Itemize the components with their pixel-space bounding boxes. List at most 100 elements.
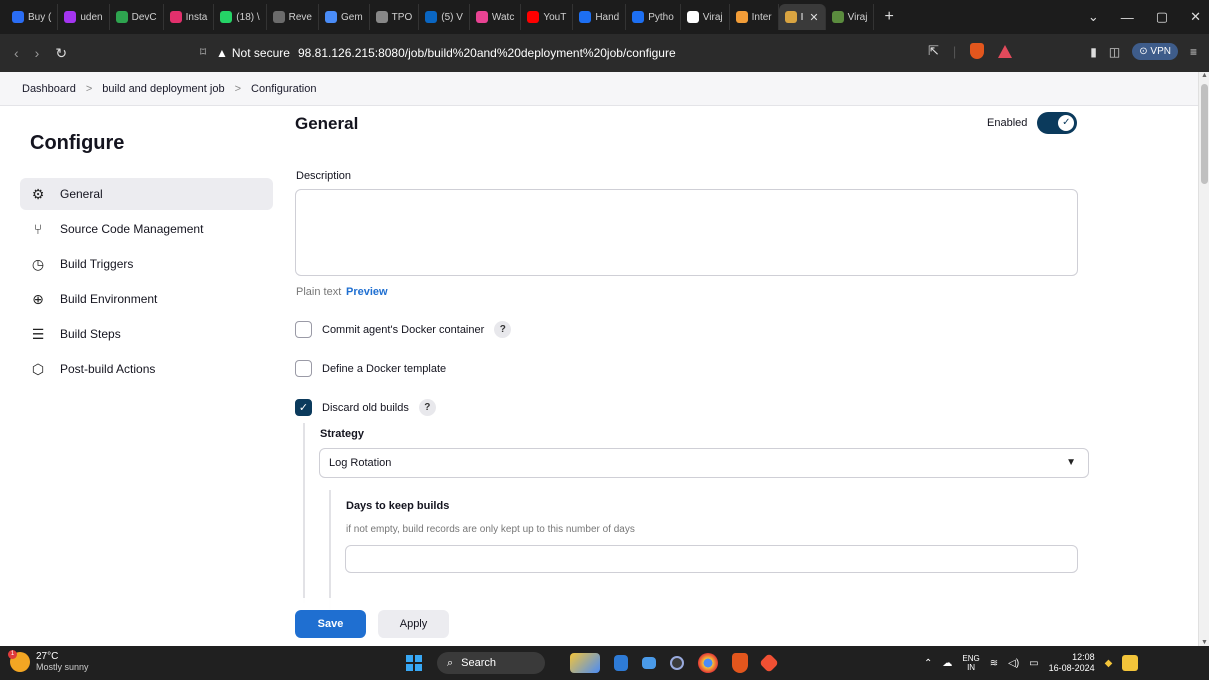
browser-tab[interactable]: Buy (	[6, 4, 59, 30]
battery-icon[interactable]: ▭	[1029, 658, 1038, 669]
browser-tab[interactable]: I ✕	[778, 4, 826, 30]
description-textarea[interactable]	[295, 189, 1078, 276]
tab-list: Buy (uden DevC Insta (18) \ Reve Gem TPO (5) V W…	[0, 4, 875, 30]
nav-buttons: ‹ › ↻	[0, 45, 67, 62]
language-indicator[interactable]: ENG IN	[962, 654, 979, 672]
forward-icon[interactable]: ›	[35, 45, 40, 62]
browser-tab[interactable]: TPO	[370, 4, 420, 30]
preview-link[interactable]: Preview	[346, 286, 388, 298]
enabled-control: Enabled ✓	[987, 112, 1078, 134]
url-input[interactable]: 98.81.126.215:8080/job/build%20and%20dep…	[298, 46, 676, 60]
sidebar-item-build-environment[interactable]: ⊕ Build Environment	[20, 283, 273, 315]
menu-icon[interactable]: ≡	[1190, 45, 1197, 59]
notification-bell-icon[interactable]: ◆	[1105, 658, 1113, 669]
tab-favicon-icon	[784, 11, 797, 23]
brave-rewards-icon[interactable]	[998, 44, 1013, 58]
volume-icon[interactable]: ◁)	[1008, 658, 1019, 669]
new-tab-button[interactable]: +	[874, 8, 903, 26]
option-label[interactable]: Discard old builds	[322, 402, 409, 414]
sidebar-item-build-triggers[interactable]: ◷ Build Triggers	[20, 248, 273, 280]
sidebar-item-post-build-actions[interactable]: ⬡ Post-build Actions	[20, 353, 273, 385]
browser-tab[interactable]: DevC	[110, 4, 164, 30]
tab-label: TPO	[391, 11, 413, 23]
security-indicator[interactable]: ▲ Not secure	[216, 46, 290, 60]
breadcrumb-configuration[interactable]: Configuration	[251, 83, 316, 95]
tab-label: Inter	[751, 11, 772, 23]
days-to-keep-input[interactable]	[345, 545, 1078, 573]
sidebar-item-source-code-management[interactable]: ⑂ Source Code Management	[20, 213, 273, 245]
clock[interactable]: 12:08 16-08-2024	[1049, 652, 1095, 674]
reload-icon[interactable]: ↻	[55, 45, 67, 62]
help-icon[interactable]: ?	[494, 321, 512, 338]
sidebar-item-label: Build Environment	[60, 292, 158, 306]
commit-docker-checkbox[interactable]	[295, 321, 312, 338]
tab-label: (18) \	[236, 11, 260, 23]
browser-tab[interactable]: Hand	[573, 4, 627, 30]
wallet-icon[interactable]: ◫	[1109, 45, 1120, 59]
brave-shields-icon[interactable]	[970, 43, 985, 59]
tab-favicon-icon	[425, 11, 438, 23]
enabled-toggle[interactable]: ✓	[1037, 112, 1078, 134]
browser-tab[interactable]: (5) V	[419, 4, 470, 30]
scrollbar-thumb[interactable]	[1201, 84, 1208, 184]
minimize-button[interactable]: —	[1121, 10, 1134, 25]
browser-tab[interactable]: YouT	[521, 4, 574, 30]
browser-tab[interactable]: Insta	[164, 4, 215, 30]
sidebar-item-build-steps[interactable]: ☰ Build Steps	[20, 318, 273, 350]
clock-time: 12:08	[1072, 652, 1095, 662]
desktop-icon[interactable]	[642, 657, 656, 669]
bookmark-icon[interactable]: ⌑	[200, 45, 206, 59]
option-label[interactable]: Define a Docker template	[322, 363, 446, 375]
widgets-icon[interactable]	[570, 653, 600, 673]
browser-tab[interactable]: Viraj	[681, 4, 730, 30]
browser-tab[interactable]: Inter	[730, 4, 779, 30]
option-label[interactable]: Commit agent's Docker container	[322, 324, 484, 336]
wifi-icon[interactable]: ≋	[990, 658, 998, 669]
settings-icon[interactable]	[670, 656, 684, 670]
warning-icon: ▲	[216, 46, 228, 60]
breadcrumb-dashboard[interactable]: Dashboard	[22, 83, 76, 95]
close-window-button[interactable]: ✕	[1190, 9, 1201, 25]
file-explorer-icon[interactable]	[614, 655, 628, 671]
browser-tab[interactable]: Reve	[267, 4, 319, 30]
brave-icon[interactable]	[732, 653, 748, 673]
sidebar-toggle-icon[interactable]: ▮	[1090, 45, 1097, 59]
browser-tab[interactable]: (18) \	[214, 4, 267, 30]
tab-label: I	[800, 11, 804, 23]
sidebar-item-general[interactable]: ⚙ General	[20, 178, 273, 210]
help-icon[interactable]: ?	[418, 399, 436, 416]
section-title: General	[295, 114, 359, 133]
scroll-up-icon[interactable]: ▲	[1201, 72, 1208, 79]
apply-button[interactable]: Apply	[378, 610, 449, 638]
lang-bottom: IN	[967, 663, 976, 672]
vpn-button[interactable]: ⊙ VPN	[1132, 43, 1178, 60]
browser-tab[interactable]: Viraj	[826, 4, 875, 30]
browser-tab[interactable]: Pytho	[626, 4, 681, 30]
maximize-button[interactable]: ▢	[1156, 9, 1168, 25]
browser-tab[interactable]: Watc	[470, 4, 522, 30]
taskbar-search[interactable]: ⌕ Search	[437, 652, 545, 674]
share-icon[interactable]: ⇱	[928, 43, 939, 59]
cloud-icon[interactable]: ☁	[942, 658, 952, 669]
windows-start-icon[interactable]	[406, 655, 422, 671]
discard-builds-checkbox[interactable]: ✓	[295, 399, 312, 416]
windows-taskbar: 1 27°C Mostly sunny ⌕ Search ⌃ ☁ ENG IN …	[0, 646, 1209, 680]
close-tab-icon[interactable]: ✕	[809, 11, 818, 24]
breadcrumb-job[interactable]: build and deployment job	[102, 83, 224, 95]
save-button[interactable]: Save	[295, 610, 366, 638]
browser-tab[interactable]: Gem	[319, 4, 370, 30]
tab-favicon-icon	[735, 11, 748, 23]
page-scrollbar[interactable]: ▲ ▼	[1198, 72, 1209, 646]
weather-widget[interactable]: 1 27°C Mostly sunny	[8, 649, 89, 672]
strategy-select[interactable]: Log Rotation ▼	[319, 448, 1089, 478]
docker-template-checkbox[interactable]	[295, 360, 312, 377]
app-tray-icon[interactable]	[1122, 655, 1139, 671]
git-icon[interactable]	[759, 653, 779, 673]
chrome-icon[interactable]	[698, 653, 718, 673]
back-icon[interactable]: ‹	[14, 45, 19, 62]
chevron-up-icon[interactable]: ⌃	[924, 658, 932, 669]
tab-search-button[interactable]: ⌄	[1088, 9, 1099, 25]
browser-tab[interactable]: uden	[58, 4, 110, 30]
scroll-down-icon[interactable]: ▼	[1201, 639, 1208, 646]
tab-label: YouT	[543, 11, 567, 23]
